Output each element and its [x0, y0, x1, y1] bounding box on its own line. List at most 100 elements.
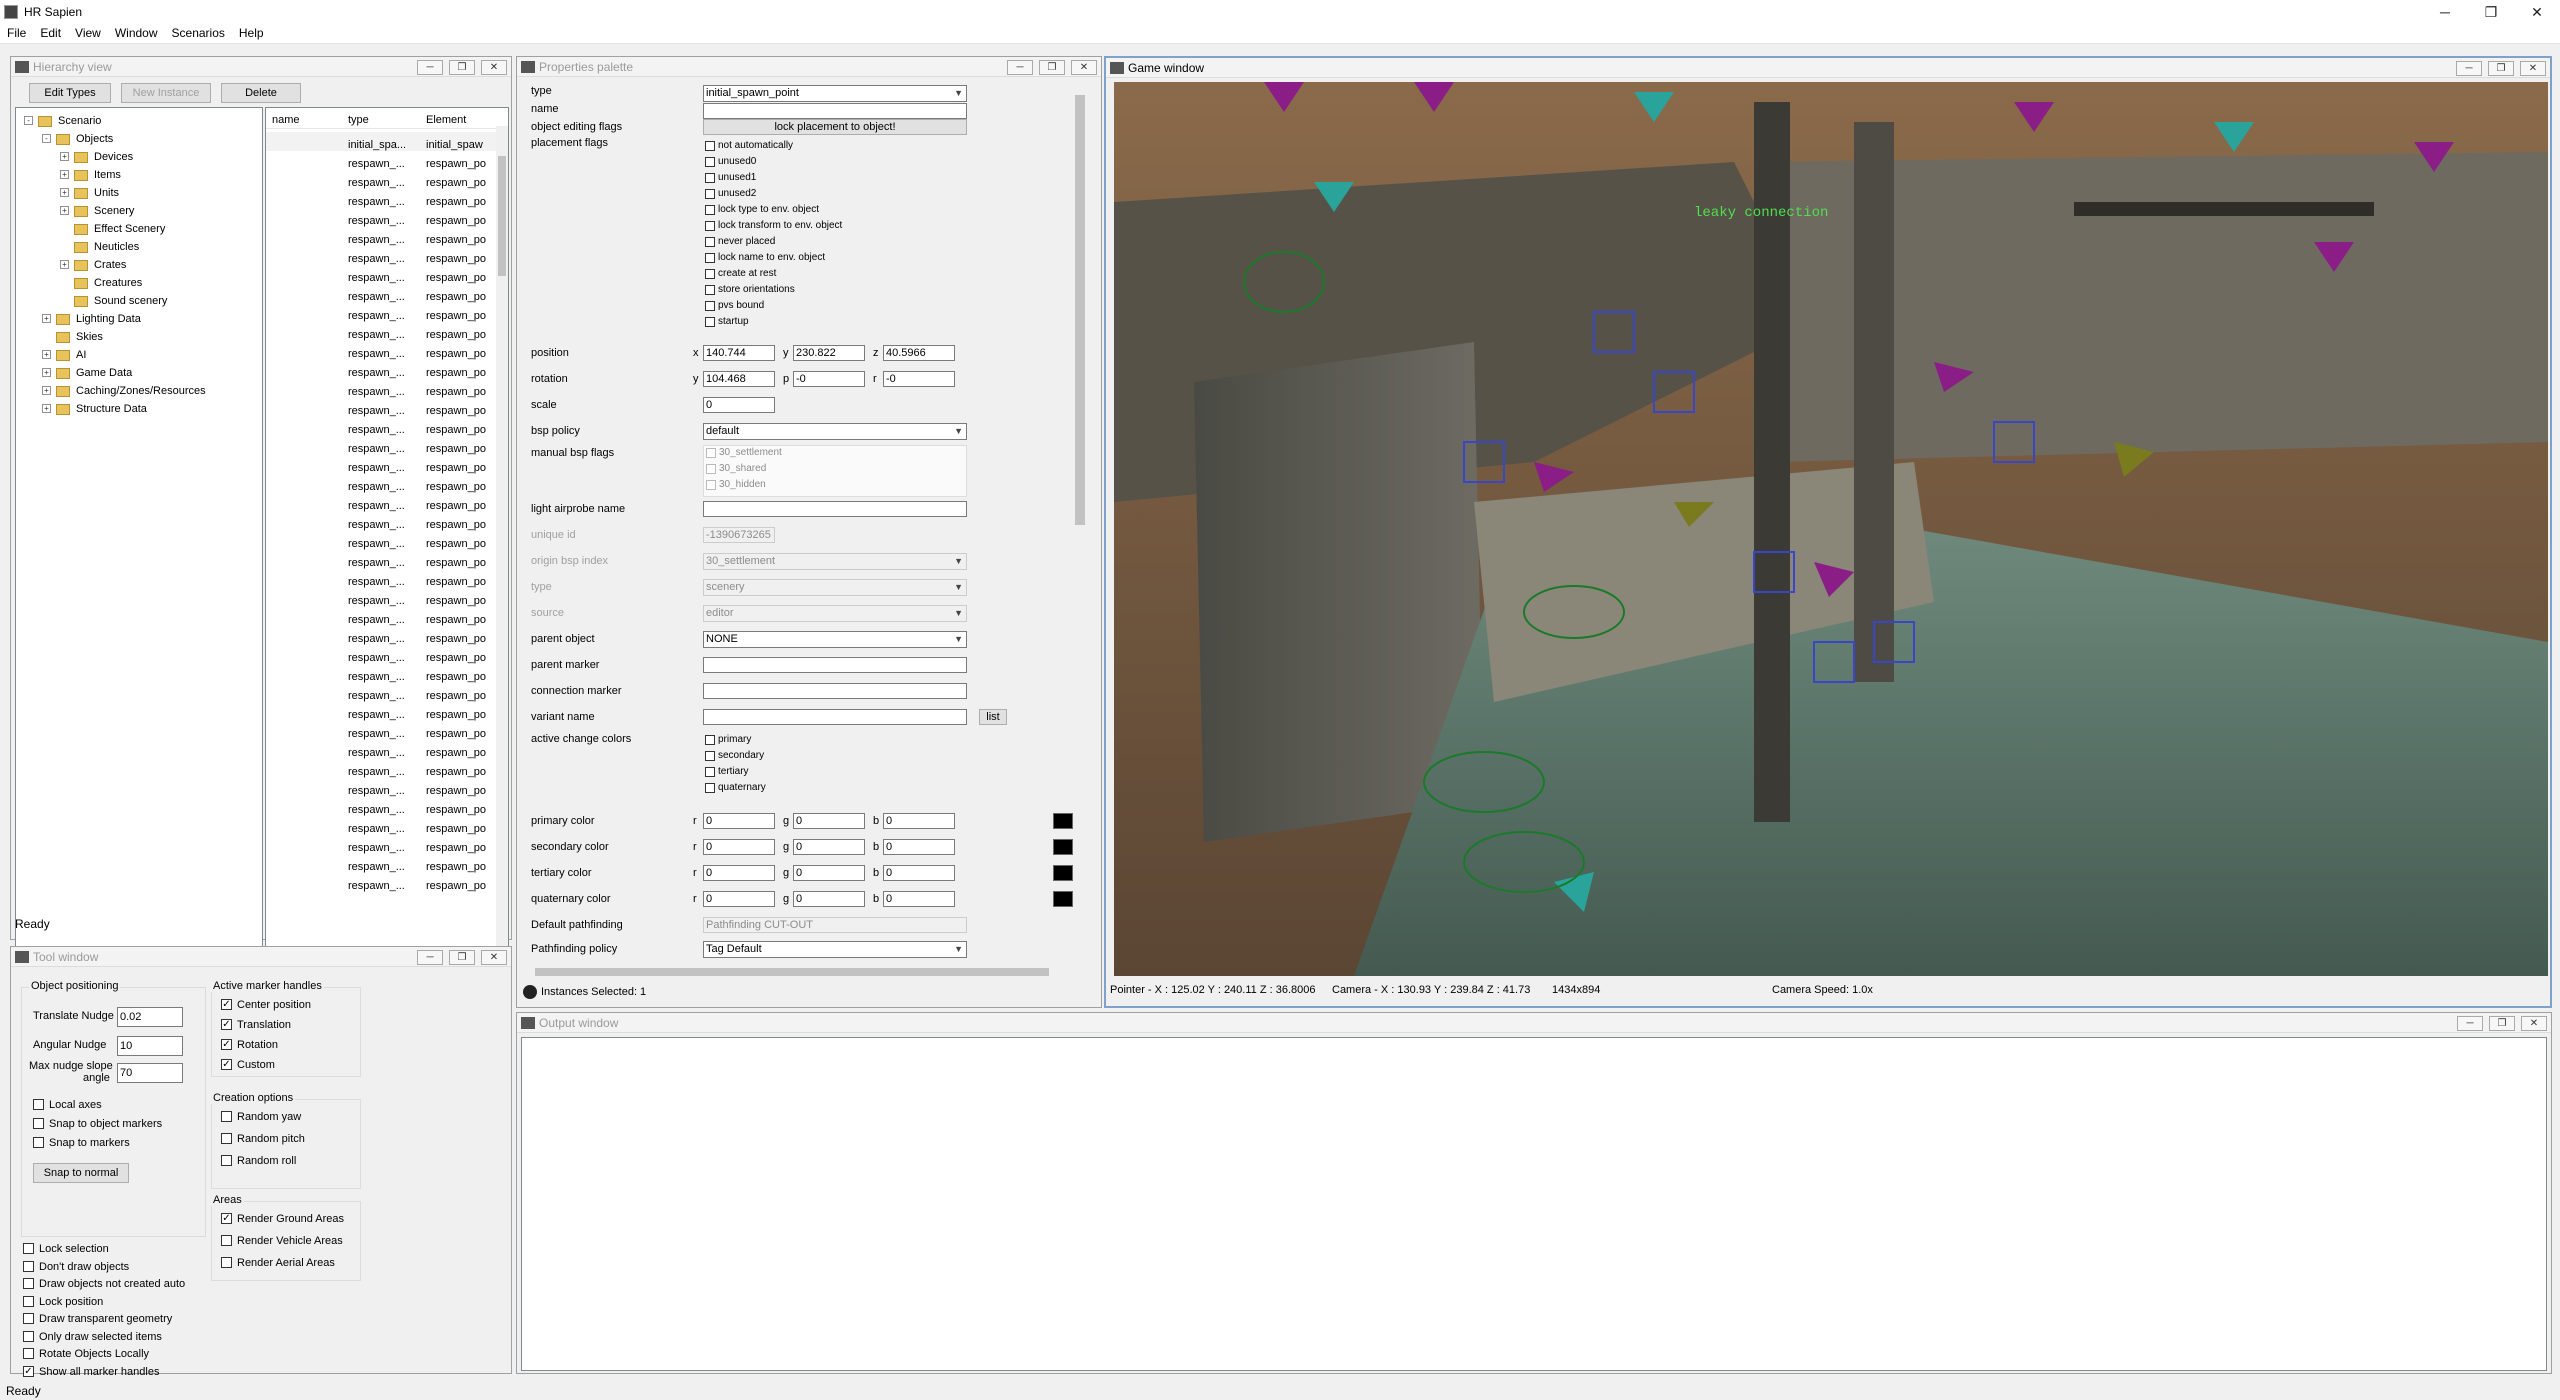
local-axes-checkbox[interactable]: [33, 1099, 44, 1110]
table-row[interactable]: respawn_... respawn_po: [266, 816, 496, 835]
light-airprobe-field[interactable]: [703, 501, 967, 517]
default-pathfinding-field[interactable]: Pathfinding CUT-OUT: [703, 917, 967, 933]
translation-checkbox[interactable]: ✓: [221, 1019, 232, 1030]
tree-node[interactable]: + Lighting Data: [16, 310, 256, 328]
table-row[interactable]: respawn_... respawn_po: [266, 398, 496, 417]
color-b-input[interactable]: 0: [883, 891, 955, 907]
placement-flag[interactable]: store orientations: [705, 285, 795, 295]
tree-node[interactable]: Effect Scenery: [16, 220, 256, 238]
table-row[interactable]: respawn_... respawn_po: [266, 645, 496, 664]
position-z-input[interactable]: 40.5966: [883, 345, 955, 361]
draw-objects-not-created-auto-checkbox[interactable]: [23, 1278, 34, 1289]
color-flag[interactable]: primary: [705, 735, 751, 745]
tree-expander[interactable]: +: [42, 386, 51, 395]
table-row[interactable]: respawn_... respawn_po: [266, 170, 496, 189]
pathfinding-policy-select[interactable]: Tag Default ▼: [703, 941, 967, 958]
position-y-input[interactable]: 230.822: [793, 345, 865, 361]
list-scroll-thumb[interactable]: [498, 156, 506, 276]
column-header-type[interactable]: type: [348, 114, 369, 126]
table-row[interactable]: respawn_... respawn_po: [266, 341, 496, 360]
center-position-checkbox[interactable]: ✓: [221, 999, 232, 1010]
custom-checkbox[interactable]: ✓: [221, 1059, 232, 1070]
color-checkbox[interactable]: [705, 783, 715, 793]
color-swatch[interactable]: [1053, 891, 1073, 907]
column-header-element[interactable]: Element: [426, 114, 466, 126]
color-g-input[interactable]: 0: [793, 813, 865, 829]
close-button[interactable]: ✕: [2514, 0, 2560, 24]
placement-flag[interactable]: lock type to env. object: [705, 205, 819, 215]
tree-node[interactable]: + Structure Data: [16, 400, 256, 418]
placement-flag[interactable]: never placed: [705, 237, 775, 247]
properties-hscroll-thumb[interactable]: [535, 968, 1049, 976]
draw-transparent-geometry-checkbox[interactable]: [23, 1313, 34, 1324]
maximize-button[interactable]: ❐: [2468, 0, 2514, 24]
table-row[interactable]: respawn_... respawn_po: [266, 854, 496, 873]
random-pitch-checkbox[interactable]: [221, 1133, 232, 1144]
tree-expander[interactable]: +: [60, 170, 69, 179]
minimize-icon[interactable]: ─: [417, 950, 443, 965]
table-row[interactable]: respawn_... respawn_po: [266, 683, 496, 702]
flag-checkbox[interactable]: [705, 237, 715, 247]
flag-checkbox[interactable]: [705, 269, 715, 279]
table-row[interactable]: respawn_... respawn_po: [266, 607, 496, 626]
rotate-objects-locally-checkbox[interactable]: [23, 1348, 34, 1359]
render-vehicle-areas-checkbox[interactable]: [221, 1235, 232, 1246]
tree-node[interactable]: + Units: [16, 184, 256, 202]
placement-flags-list[interactable]: not automatically unused0 unused1 unused2 lo…: [703, 137, 967, 333]
tree-node[interactable]: Sound scenery: [16, 292, 256, 310]
snap-object-markers-checkbox[interactable]: [33, 1118, 44, 1129]
random-yaw-checkbox[interactable]: [221, 1111, 232, 1122]
table-row[interactable]: respawn_... respawn_po: [266, 455, 496, 474]
flag-checkbox[interactable]: [705, 301, 715, 311]
menu-window[interactable]: Window: [108, 24, 165, 42]
color-swatch[interactable]: [1053, 839, 1073, 855]
table-row[interactable]: respawn_... respawn_po: [266, 322, 496, 341]
minimize-icon[interactable]: ─: [417, 60, 443, 75]
placement-flag[interactable]: not automatically: [705, 141, 793, 151]
tree-node[interactable]: Creatures: [16, 274, 256, 292]
close-icon[interactable]: ✕: [2521, 1016, 2547, 1031]
menu-file[interactable]: File: [0, 24, 33, 42]
tree-node[interactable]: + Game Data: [16, 364, 256, 382]
list-vertical-scrollbar[interactable]: [496, 126, 508, 948]
table-row[interactable]: respawn_... respawn_po: [266, 189, 496, 208]
name-field[interactable]: [703, 103, 967, 119]
color-r-input[interactable]: 0: [703, 865, 775, 881]
only-draw-selected-items-checkbox[interactable]: [23, 1330, 34, 1342]
tree-expander[interactable]: +: [60, 260, 69, 269]
delete-button[interactable]: Delete: [221, 83, 301, 103]
table-row[interactable]: respawn_... respawn_po: [266, 759, 496, 778]
output-log[interactable]: [521, 1037, 2547, 1371]
tree-expander[interactable]: +: [60, 152, 69, 161]
bsp-policy-select[interactable]: default ▼: [703, 423, 967, 440]
table-row[interactable]: respawn_... respawn_po: [266, 493, 496, 512]
properties-hscrollbar[interactable]: [521, 965, 1073, 979]
table-row[interactable]: respawn_... respawn_po: [266, 702, 496, 721]
flag-checkbox[interactable]: [705, 173, 715, 183]
placement-flag[interactable]: lock transform to env. object: [705, 221, 842, 231]
manual-bsp-list[interactable]: 30_settlement 30_shared 30_hidden: [703, 445, 967, 497]
table-row[interactable]: respawn_... respawn_po: [266, 778, 496, 797]
instance-list[interactable]: name type Element initial_spa... initial_…: [265, 107, 509, 965]
table-row[interactable]: respawn_... respawn_po: [266, 360, 496, 379]
rotation-y-input[interactable]: 104.468: [703, 371, 775, 387]
parent-object-select[interactable]: NONE ▼: [703, 631, 967, 648]
table-row[interactable]: respawn_... respawn_po: [266, 151, 496, 170]
connection-marker-field[interactable]: [703, 683, 967, 699]
menu-view[interactable]: View: [68, 24, 108, 42]
flag-checkbox[interactable]: [705, 157, 715, 167]
menu-scenarios[interactable]: Scenarios: [165, 24, 232, 42]
table-row[interactable]: respawn_... respawn_po: [266, 569, 496, 588]
table-row[interactable]: respawn_... respawn_po: [266, 740, 496, 759]
placement-flag[interactable]: pvs bound: [705, 301, 764, 311]
bsp-flag[interactable]: 30_settlement: [706, 448, 782, 458]
tree-expander[interactable]: -: [42, 134, 51, 143]
restore-icon[interactable]: ❐: [449, 60, 475, 75]
properties-scroll-thumb[interactable]: [1075, 95, 1085, 525]
tree-expander[interactable]: +: [60, 188, 69, 197]
table-row[interactable]: respawn_... respawn_po: [266, 303, 496, 322]
flag-checkbox[interactable]: [705, 317, 715, 327]
color-r-input[interactable]: 0: [703, 891, 775, 907]
properties-scrollbar[interactable]: [1073, 85, 1087, 965]
type-select[interactable]: initial_spawn_point ▼: [703, 85, 967, 102]
